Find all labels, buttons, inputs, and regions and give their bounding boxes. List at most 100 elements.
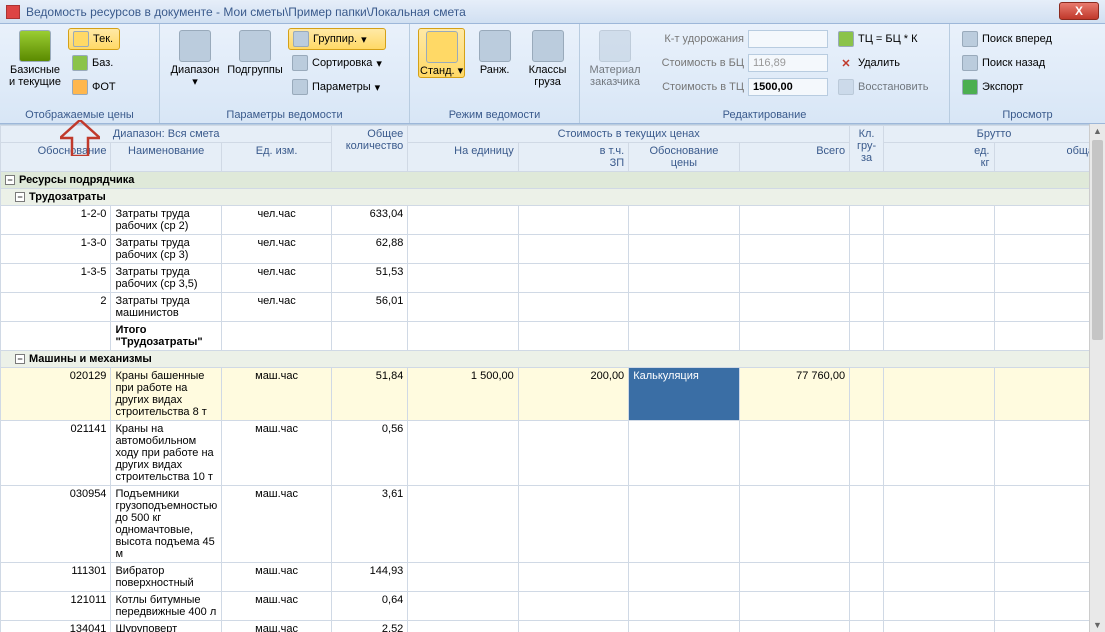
header-zp: в т.ч. ЗП xyxy=(518,143,628,172)
cell xyxy=(850,563,884,592)
cell xyxy=(884,206,994,235)
params-button[interactable]: Параметры ▾ xyxy=(288,76,386,98)
sort-button[interactable]: Сортировка ▾ xyxy=(288,52,386,74)
diapazon-button[interactable]: Диапазон ▾ xyxy=(168,28,222,88)
cell-obos[interactable]: Калькуляция xyxy=(629,368,739,421)
price-basic-current-button[interactable]: Базисные и текущие xyxy=(8,28,62,88)
close-button[interactable]: X xyxy=(1059,2,1099,20)
cell xyxy=(994,293,1105,322)
cell xyxy=(408,293,518,322)
cell xyxy=(629,592,739,621)
cell: маш.час xyxy=(221,592,331,621)
cell xyxy=(739,621,849,632)
cell xyxy=(629,235,739,264)
cell xyxy=(518,563,628,592)
cell xyxy=(221,322,331,351)
stand-icon xyxy=(426,31,458,63)
table-row[interactable]: 134041Шуруповертмаш.час2,52 xyxy=(1,621,1105,632)
delete-button[interactable]: ✕Удалить xyxy=(834,52,932,74)
cell xyxy=(884,592,994,621)
delete-icon: ✕ xyxy=(838,57,854,70)
cell: Затраты труда рабочих (ср 2) xyxy=(111,206,221,235)
cell xyxy=(884,621,994,632)
cell: 1-2-0 xyxy=(1,206,111,235)
klassy-button[interactable]: Классы груза xyxy=(524,28,571,88)
fot-button[interactable]: ФОТ xyxy=(68,76,120,98)
cell xyxy=(994,563,1105,592)
cell xyxy=(518,235,628,264)
collapse-icon[interactable]: − xyxy=(5,175,15,185)
table-row[interactable]: 030954Подъемники грузоподъемностью до 50… xyxy=(1,486,1105,563)
cell: маш.час xyxy=(221,621,331,632)
prices-icon xyxy=(19,30,51,62)
cell: Вибратор поверхностный xyxy=(111,563,221,592)
export-button[interactable]: Экспорт xyxy=(958,76,1056,98)
cell xyxy=(629,563,739,592)
table-row[interactable]: 021141Краны на автомобильном ходу при ра… xyxy=(1,421,1105,486)
stbc-input[interactable] xyxy=(748,54,828,72)
cell xyxy=(739,486,849,563)
material-button[interactable]: Материал заказчика xyxy=(588,28,642,88)
table-row[interactable]: 020129Краны башенные при работе на други… xyxy=(1,368,1105,421)
section-row[interactable]: −Ресурсы подрядчика xyxy=(1,172,1105,189)
cell: 030954 xyxy=(1,486,111,563)
cell: 77 760,00 xyxy=(739,368,849,421)
cell xyxy=(408,592,518,621)
gruppir-button[interactable]: Группир. ▾ xyxy=(288,28,386,50)
ranzh-button[interactable]: Ранж. xyxy=(471,28,518,76)
search-fwd-button[interactable]: Поиск вперед xyxy=(958,28,1056,50)
table-row[interactable]: 2Затраты труда машинистовчел.час56,01 xyxy=(1,293,1105,322)
material-icon xyxy=(599,30,631,62)
cell xyxy=(629,421,739,486)
search-back-button[interactable]: Поиск назад xyxy=(958,52,1056,74)
range-icon xyxy=(179,30,211,62)
cell: 1-3-5 xyxy=(1,264,111,293)
sttc-input[interactable] xyxy=(748,78,828,96)
cell: Краны башенные при работе на других вида… xyxy=(111,368,221,421)
cell xyxy=(850,621,884,632)
cell: Краны на автомобильном ходу при работе н… xyxy=(111,421,221,486)
restore-button[interactable]: Восстановить xyxy=(834,76,932,98)
cell xyxy=(518,206,628,235)
scroll-thumb[interactable] xyxy=(1092,140,1103,340)
cell: чел.час xyxy=(221,206,331,235)
table-row[interactable]: 121011Котлы битумные передвижные 400 лма… xyxy=(1,592,1105,621)
formula-button[interactable]: ТЦ = БЦ * К xyxy=(834,28,932,50)
cell: 62,88 xyxy=(332,235,408,264)
table-row[interactable]: 111301Вибратор поверхностныймаш.час144,9… xyxy=(1,563,1105,592)
cell xyxy=(994,421,1105,486)
stand-button[interactable]: Станд. ▾ xyxy=(418,28,465,78)
klassy-icon xyxy=(532,30,564,62)
baz-button[interactable]: Баз. xyxy=(68,52,120,74)
cell xyxy=(518,592,628,621)
subsection-row[interactable]: −Машины и механизмы xyxy=(1,351,1105,368)
collapse-icon[interactable]: − xyxy=(15,354,25,364)
table-row[interactable]: 1-2-0Затраты труда рабочих (ср 2)чел.час… xyxy=(1,206,1105,235)
subsection-row[interactable]: −Трудозатраты xyxy=(1,189,1105,206)
podgruppy-button[interactable]: Подгруппы xyxy=(228,28,282,76)
cell xyxy=(518,486,628,563)
cell: Затраты труда рабочих (ср 3,5) xyxy=(111,264,221,293)
kt-input[interactable] xyxy=(748,30,828,48)
cell: 1-3-0 xyxy=(1,235,111,264)
cell: 51,53 xyxy=(332,264,408,293)
header-unit: На единицу xyxy=(408,143,518,172)
cell xyxy=(884,293,994,322)
scroll-up-icon[interactable]: ▲ xyxy=(1090,124,1105,138)
resource-grid[interactable]: Диапазон: Вся смета Общее количество Сто… xyxy=(0,124,1105,632)
cell xyxy=(739,421,849,486)
collapse-icon[interactable]: − xyxy=(15,192,25,202)
table-row[interactable]: 1-3-0Затраты труда рабочих (ср 3)чел.час… xyxy=(1,235,1105,264)
table-row[interactable]: 1-3-5Затраты труда рабочих (ср 3,5)чел.ч… xyxy=(1,264,1105,293)
header-obos: Обоснование цены xyxy=(629,143,739,172)
header-ed: Ед. изм. xyxy=(221,143,331,172)
header-qty: Общее количество xyxy=(332,126,408,172)
cell xyxy=(850,264,884,293)
window-title: Ведомость ресурсов в документе - Мои сме… xyxy=(26,5,466,19)
cell: Подъемники грузоподъемностью до 500 кг о… xyxy=(111,486,221,563)
scroll-down-icon[interactable]: ▼ xyxy=(1090,618,1105,632)
cell: 2 xyxy=(1,293,111,322)
cell xyxy=(884,235,994,264)
vertical-scrollbar[interactable]: ▲ ▼ xyxy=(1089,124,1105,632)
tek-button[interactable]: Тек. xyxy=(68,28,120,50)
